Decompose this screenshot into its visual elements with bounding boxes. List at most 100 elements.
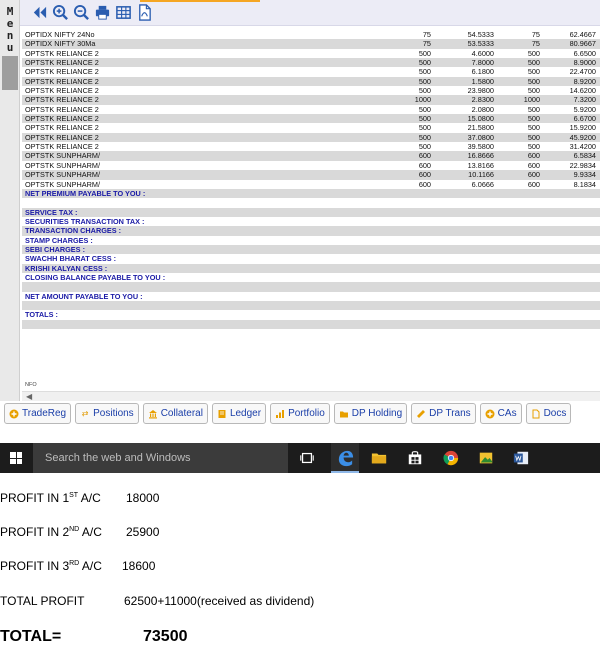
tab-dp-holding[interactable]: DP Holding [333,403,408,424]
tab-positions[interactable]: ⇄ Positions [75,403,139,424]
table-row: OPTSTK SUNPHARM/ 600 10.1166 600 9.9334 [22,170,600,180]
rate-cell: 8.9000 [573,58,596,68]
horizontal-scrollbar[interactable]: ◀ [22,391,600,401]
rate-cell: 80.9667 [569,39,596,49]
qty-cell: 75 [422,30,431,39]
rate-cell: 1.5800 [471,76,494,86]
rate-cell: 2.8300 [471,95,494,105]
task-view-icon[interactable] [297,448,317,468]
tab-collateral[interactable]: Collateral [142,403,208,424]
qty-cell: 600 [418,179,431,189]
tab-tradereg[interactable]: TradeReg [4,403,72,424]
profit-line-1: PROFIT IN 1ST A/C 18000 [0,491,159,505]
profit-label-suffix: A/C [79,559,102,573]
zoom-in-icon[interactable] [51,3,70,22]
summary-label [22,301,322,310]
transfer-icon [416,409,426,419]
summary-row: CLOSING BALANCE PAYABLE TO YOU : [22,273,600,282]
rate-cell: 39.5800 [467,142,494,152]
windows-taskbar: Search the web and Windows [0,443,600,473]
print-icon[interactable] [93,3,112,22]
menu-label[interactable]: M e n u [0,6,20,54]
rate-cell: 6.0666 [471,179,494,189]
instrument-cell: OPTSTK RELIANCE 2 [25,95,99,105]
rate-cell: 21.5800 [467,123,494,133]
table-row: OPTIDX NIFTY 24No 75 54.5333 75 62.4667 [22,30,600,39]
instrument-cell: OPTSTK RELIANCE 2 [25,76,99,86]
summary-label [22,198,322,207]
total-profit-label: TOTAL PROFIT [0,594,85,608]
word-icon[interactable] [511,448,531,468]
side-menu[interactable]: M e n u [0,0,20,403]
qty-cell: 500 [418,132,431,142]
rate-cell: 9.9334 [573,170,596,180]
tab-dp-trans[interactable]: DP Trans [411,403,476,424]
vertical-scrollbar-thumb[interactable] [2,56,18,90]
table-icon[interactable] [114,3,133,22]
rate-cell: 23.9800 [467,86,494,96]
summary-row: NET AMOUNT PAYABLE TO YOU : [22,292,600,301]
qty-cell: 75 [531,39,540,49]
table-row: OPTSTK RELIANCE 2 500 7.8000 500 8.9000 [22,58,600,68]
file-explorer-icon[interactable] [369,448,389,468]
tab-ledger[interactable]: Ledger [211,403,267,424]
instrument-cell: OPTSTK RELIANCE 2 [25,132,99,142]
rate-cell: 2.0800 [471,104,494,114]
summary-row: NET PREMIUM PAYABLE TO YOU : [22,188,600,199]
summary-label: SEBI CHARGES : [25,244,86,254]
table-row: OPTSTK RELIANCE 2 500 21.5800 500 15.920… [22,123,600,132]
pdf-icon[interactable] [135,3,154,22]
edge-browser-icon[interactable] [335,448,355,468]
active-app-underline [331,471,359,473]
taskbar-search-box[interactable]: Search the web and Windows [33,443,288,473]
qty-cell: 600 [527,179,540,189]
instrument-cell: OPTSTK SUNPHARM/ [25,170,101,180]
report-viewer[interactable]: OPTIDX NIFTY 24No 75 54.5333 75 62.4667 … [22,26,600,390]
instrument-cell: OPTSTK SUNPHARM/ [25,151,101,161]
instrument-cell: OPTSTK RELIANCE 2 [25,58,99,68]
chrome-icon[interactable] [441,448,461,468]
instrument-cell: OPTSTK RELIANCE 2 [25,86,99,96]
qty-cell: 75 [422,39,431,49]
rate-cell: 31.4200 [569,142,596,152]
rate-cell: 13.8166 [467,160,494,170]
store-icon[interactable] [405,448,425,468]
qty-cell: 500 [527,76,540,86]
total-profit-line: TOTAL PROFIT 62500+11000(received as div… [0,594,314,608]
tab-docs[interactable]: Docs [525,403,572,424]
photos-icon[interactable] [476,448,496,468]
plus-circle-icon [485,409,495,419]
summary-row: SWACHH BHARAT CESS : [22,254,600,263]
tab-cas[interactable]: CAs [479,403,522,424]
back-icon[interactable] [30,3,49,22]
table-row: OPTIDX NIFTY 30Ma 75 53.5333 75 80.9667 [22,39,600,49]
qty-cell: 500 [527,142,540,152]
rate-cell: 7.3200 [573,95,596,105]
table-row: OPTSTK SUNPHARM/ 600 6.0666 600 8.1834 [22,180,600,189]
qty-cell: 600 [527,160,540,170]
book-icon [217,409,227,419]
summary-row: KRISHI KALYAN CESS : [22,263,600,273]
zoom-out-icon[interactable] [72,3,91,22]
qty-cell: 500 [527,86,540,96]
rate-cell: 53.5333 [467,39,494,49]
tab-portfolio[interactable]: Portfolio [270,403,330,424]
rate-cell: 8.1834 [573,179,596,189]
segment-label: NFO [25,382,37,388]
rate-cell: 45.9200 [569,132,596,142]
grand-total-value: 73500 [143,628,188,645]
chart-icon [275,409,285,419]
table-row: OPTSTK RELIANCE 2 500 23.9800 500 14.620… [22,86,600,95]
summary-label: NET PREMIUM PAYABLE TO YOU : [25,188,146,198]
rate-cell: 15.9200 [569,123,596,133]
qty-cell: 1000 [523,95,540,105]
windows-start-icon[interactable] [10,452,22,464]
table-row: OPTSTK RELIANCE 2 500 39.5800 500 31.420… [22,142,600,151]
qty-cell: 1000 [414,95,431,105]
rate-cell: 7.8000 [471,58,494,68]
report-table: OPTIDX NIFTY 24No 75 54.5333 75 62.4667 … [22,30,600,329]
summary-label: SERVICE TAX : [25,207,78,217]
summary-row: SECURITIES TRANSACTION TAX : [22,217,600,226]
tab-label: Ledger [229,408,262,419]
instrument-cell: OPTSTK RELIANCE 2 [25,114,99,124]
